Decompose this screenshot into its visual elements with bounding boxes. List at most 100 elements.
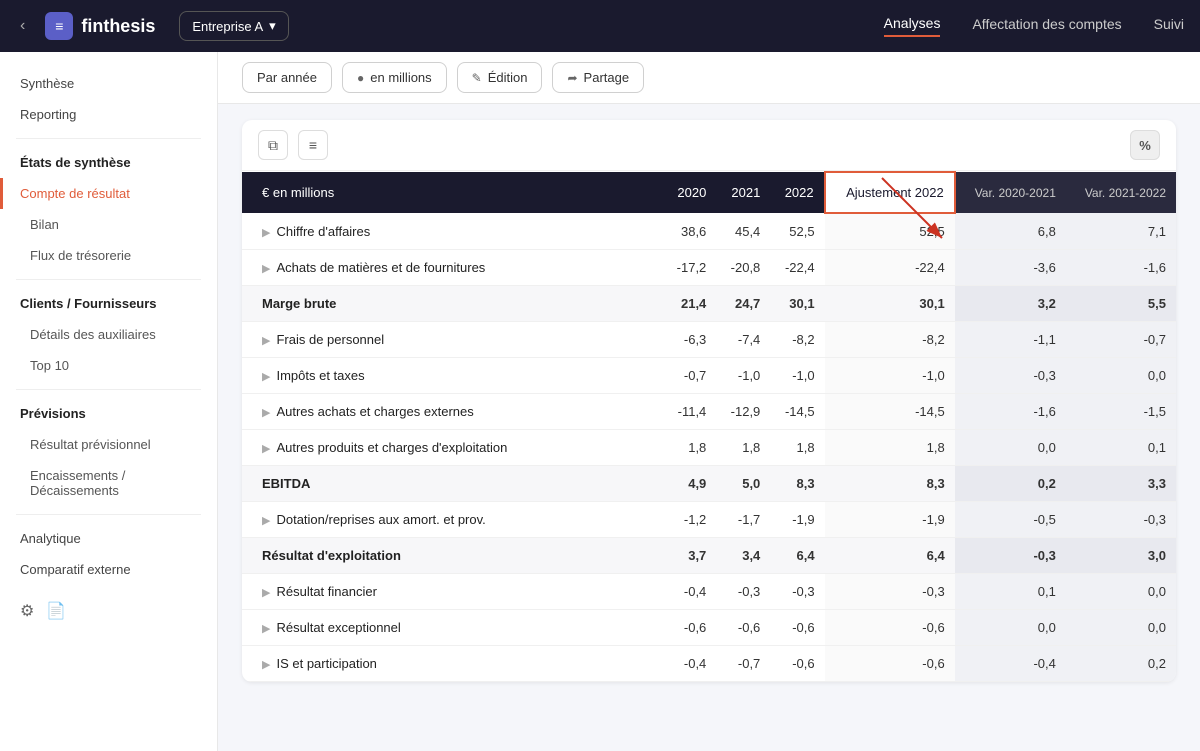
back-button[interactable]: ‹ bbox=[16, 13, 29, 39]
table-cell-v2020: -11,4 bbox=[662, 394, 716, 430]
table-cell-v2020: -0,6 bbox=[662, 610, 716, 646]
table-row-label: Résultat d'exploitation bbox=[242, 538, 662, 574]
table-cell-v2020: 21,4 bbox=[662, 286, 716, 322]
sidebar-item-analytique[interactable]: Analytique bbox=[0, 523, 217, 554]
expand-icon[interactable]: ▶ bbox=[262, 407, 270, 419]
table-cell-ajust: -1,0 bbox=[825, 358, 955, 394]
logo-icon: ≡ bbox=[45, 12, 73, 40]
col-header-label: € en millions bbox=[242, 172, 662, 213]
table-cell-v2021: 45,4 bbox=[716, 213, 770, 250]
sidebar-divider-3 bbox=[16, 389, 201, 390]
table-cell-var2: -1,5 bbox=[1066, 394, 1176, 430]
sidebar: Synthèse Reporting États de synthèse Com… bbox=[0, 52, 218, 751]
table-cell-var1: 0,0 bbox=[955, 610, 1066, 646]
sort-button[interactable]: ≡ bbox=[298, 130, 328, 160]
table-cell-var1: 0,0 bbox=[955, 430, 1066, 466]
table-cell-v2021: 1,8 bbox=[716, 430, 770, 466]
par-annee-label: Par année bbox=[257, 70, 317, 85]
table-cell-v2021: -7,4 bbox=[716, 322, 770, 358]
company-selector[interactable]: Entreprise A ▾ bbox=[179, 11, 288, 41]
chevron-down-icon: ▾ bbox=[269, 18, 276, 34]
expand-icon[interactable]: ▶ bbox=[262, 335, 270, 347]
sidebar-item-synthese[interactable]: Synthèse bbox=[0, 68, 217, 99]
table-cell-ajust: 30,1 bbox=[825, 286, 955, 322]
en-millions-label: en millions bbox=[370, 70, 431, 85]
table-row-label: ▶Autres produits et charges d'exploitati… bbox=[242, 430, 662, 466]
table-cell-ajust: 1,8 bbox=[825, 430, 955, 466]
sidebar-item-reporting[interactable]: Reporting bbox=[0, 99, 217, 130]
par-annee-button[interactable]: Par année bbox=[242, 62, 332, 93]
table-cell-v2021: -0,6 bbox=[716, 610, 770, 646]
table-cell-v2022: 8,3 bbox=[770, 466, 824, 502]
table-cell-v2022: 30,1 bbox=[770, 286, 824, 322]
edition-button[interactable]: ✎ Édition bbox=[457, 62, 543, 93]
table-cell-var2: 0,2 bbox=[1066, 646, 1176, 682]
sidebar-label-previsions: Prévisions bbox=[20, 406, 86, 421]
content-area: Par année ● en millions ✎ Édition ➦ Part… bbox=[218, 52, 1200, 751]
sidebar-header-previsions: Prévisions bbox=[0, 398, 217, 429]
settings-icon[interactable]: ⚙ bbox=[20, 601, 34, 621]
table-cell-ajust: -8,2 bbox=[825, 322, 955, 358]
sidebar-item-comparatif[interactable]: Comparatif externe bbox=[0, 554, 217, 585]
nav-suivi[interactable]: Suivi bbox=[1154, 16, 1184, 36]
table-cell-ajust: -22,4 bbox=[825, 250, 955, 286]
table-row-label: ▶Achats de matières et de fournitures bbox=[242, 250, 662, 286]
expand-icon[interactable]: ▶ bbox=[262, 587, 270, 599]
sidebar-item-resultat-prev[interactable]: Résultat prévisionnel bbox=[0, 429, 217, 460]
expand-icon[interactable]: ▶ bbox=[262, 371, 270, 383]
edition-label: Édition bbox=[488, 70, 528, 85]
table-cell-var1: -1,6 bbox=[955, 394, 1066, 430]
sidebar-divider-4 bbox=[16, 514, 201, 515]
sidebar-divider-2 bbox=[16, 279, 201, 280]
en-millions-button[interactable]: ● en millions bbox=[342, 62, 447, 93]
expand-icon[interactable]: ▶ bbox=[262, 623, 270, 635]
nav-analyses[interactable]: Analyses bbox=[884, 15, 941, 37]
table-cell-v2022: -0,3 bbox=[770, 574, 824, 610]
data-table: € en millions 2020 2021 2022 bbox=[242, 171, 1176, 682]
sidebar-item-flux[interactable]: Flux de trésorerie bbox=[0, 240, 217, 271]
copy-button[interactable]: ⧉ bbox=[258, 130, 288, 160]
table-cell-v2020: -0,4 bbox=[662, 646, 716, 682]
sidebar-item-bilan[interactable]: Bilan bbox=[0, 209, 217, 240]
table-cell-var2: -0,3 bbox=[1066, 502, 1176, 538]
table-cell-v2022: -22,4 bbox=[770, 250, 824, 286]
table-cell-var2: 3,0 bbox=[1066, 538, 1176, 574]
sidebar-item-compte-resultat[interactable]: Compte de résultat bbox=[0, 178, 217, 209]
expand-icon[interactable]: ▶ bbox=[262, 263, 270, 275]
table-cell-v2020: -6,3 bbox=[662, 322, 716, 358]
percent-button[interactable]: % bbox=[1130, 130, 1160, 160]
topnav: ‹ ≡ finthesis Entreprise A ▾ Analyses Af… bbox=[0, 0, 1200, 52]
table-card: ⧉ ≡ % € en millions bbox=[242, 120, 1176, 682]
share-icon: ➦ bbox=[567, 71, 577, 85]
table-cell-v2020: 1,8 bbox=[662, 430, 716, 466]
toolbar: Par année ● en millions ✎ Édition ➦ Part… bbox=[218, 52, 1200, 104]
sidebar-footer: ⚙ 📄 bbox=[0, 589, 217, 633]
table-cell-v2021: -1,0 bbox=[716, 358, 770, 394]
expand-icon[interactable]: ▶ bbox=[262, 227, 270, 239]
sidebar-item-top10[interactable]: Top 10 bbox=[0, 350, 217, 381]
table-cell-ajust: -1,9 bbox=[825, 502, 955, 538]
sidebar-item-details[interactable]: Détails des auxiliaires bbox=[0, 319, 217, 350]
table-cell-v2022: 6,4 bbox=[770, 538, 824, 574]
table-cell-var1: -0,3 bbox=[955, 538, 1066, 574]
expand-icon[interactable]: ▶ bbox=[262, 659, 270, 671]
app-name: finthesis bbox=[81, 16, 155, 37]
expand-icon[interactable]: ▶ bbox=[262, 443, 270, 455]
partage-button[interactable]: ➦ Partage bbox=[552, 62, 644, 93]
table-cell-v2021: 5,0 bbox=[716, 466, 770, 502]
table-row-label: ▶IS et participation bbox=[242, 646, 662, 682]
partage-label: Partage bbox=[584, 70, 630, 85]
document-icon[interactable]: 📄 bbox=[46, 601, 66, 621]
table-cell-v2021: -0,3 bbox=[716, 574, 770, 610]
table-cell-var1: -0,3 bbox=[955, 358, 1066, 394]
table-row-label: Marge brute bbox=[242, 286, 662, 322]
sidebar-label-etats: États de synthèse bbox=[20, 155, 131, 170]
table-cell-v2022: -0,6 bbox=[770, 646, 824, 682]
nav-affectation[interactable]: Affectation des comptes bbox=[972, 16, 1121, 36]
expand-icon[interactable]: ▶ bbox=[262, 515, 270, 527]
table-cell-v2020: 3,7 bbox=[662, 538, 716, 574]
sidebar-item-encaissements[interactable]: Encaissements / Décaissements bbox=[0, 460, 217, 506]
table-container: ⧉ ≡ % € en millions bbox=[218, 104, 1200, 751]
table-cell-var1: 6,8 bbox=[955, 213, 1066, 250]
table-cell-v2020: -1,2 bbox=[662, 502, 716, 538]
